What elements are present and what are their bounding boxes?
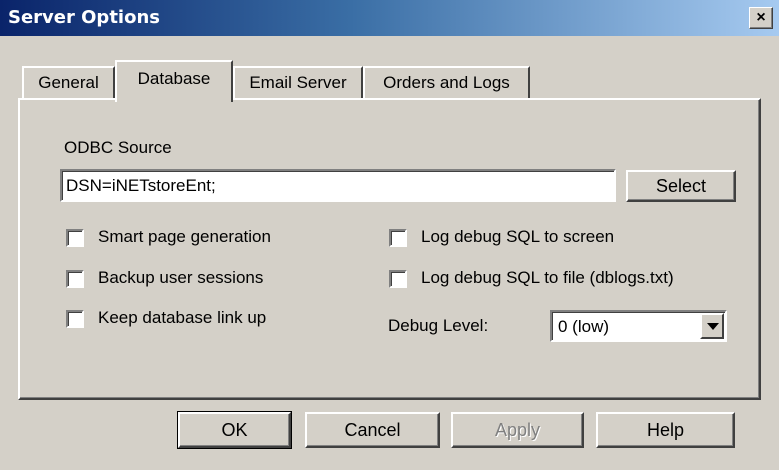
cancel-button[interactable]: Cancel — [305, 412, 440, 448]
log-debug-sql-screen-label: Log debug SQL to screen — [421, 227, 615, 246]
tab-general[interactable]: General — [22, 66, 115, 99]
backup-user-sessions-checkbox[interactable] — [66, 270, 84, 288]
apply-button-label: Apply — [494, 420, 541, 440]
keep-database-link-label: Keep database link up — [98, 308, 267, 327]
ok-button-label: OK — [221, 420, 248, 440]
title-bar: Server Options × — [0, 0, 779, 36]
select-button-label: Select — [655, 176, 707, 196]
database-tab-panel: ODBC Source Select Smart page generation… — [18, 98, 761, 400]
smart-page-generation-label: Smart page generation — [98, 227, 271, 246]
debug-level-value: 0 (low) — [558, 317, 610, 336]
tab-email-server[interactable]: Email Server — [233, 66, 363, 99]
tab-general-label: General — [38, 73, 99, 92]
help-button[interactable]: Help — [596, 412, 735, 448]
close-button[interactable]: × — [749, 7, 773, 29]
log-debug-sql-screen-checkbox[interactable] — [389, 229, 407, 247]
dropdown-arrow-icon[interactable] — [700, 313, 724, 339]
tab-orders-and-logs[interactable]: Orders and Logs — [363, 66, 530, 99]
tab-email-server-label: Email Server — [249, 73, 347, 92]
odbc-source-label: ODBC Source — [64, 138, 172, 157]
backup-user-sessions-label: Backup user sessions — [98, 268, 264, 287]
tab-database-label: Database — [137, 69, 211, 88]
log-debug-sql-file-label: Log debug SQL to file (dblogs.txt) — [421, 268, 674, 287]
help-button-label: Help — [646, 420, 685, 440]
log-debug-sql-file-checkbox[interactable] — [389, 270, 407, 288]
keep-database-link-checkbox[interactable] — [66, 310, 84, 328]
select-button[interactable]: Select — [626, 170, 736, 202]
smart-page-generation-checkbox[interactable] — [66, 229, 84, 247]
close-icon: × — [756, 9, 766, 26]
tab-orders-and-logs-label: Orders and Logs — [383, 73, 510, 92]
odbc-source-input[interactable] — [60, 169, 616, 202]
apply-button[interactable]: Apply — [451, 412, 584, 448]
ok-button[interactable]: OK — [177, 411, 292, 449]
tab-database[interactable]: Database — [115, 60, 233, 102]
window-title: Server Options — [8, 7, 160, 28]
cancel-button-label: Cancel — [344, 420, 401, 440]
debug-level-label: Debug Level: — [388, 316, 489, 335]
debug-level-select[interactable]: 0 (low) — [550, 310, 727, 342]
